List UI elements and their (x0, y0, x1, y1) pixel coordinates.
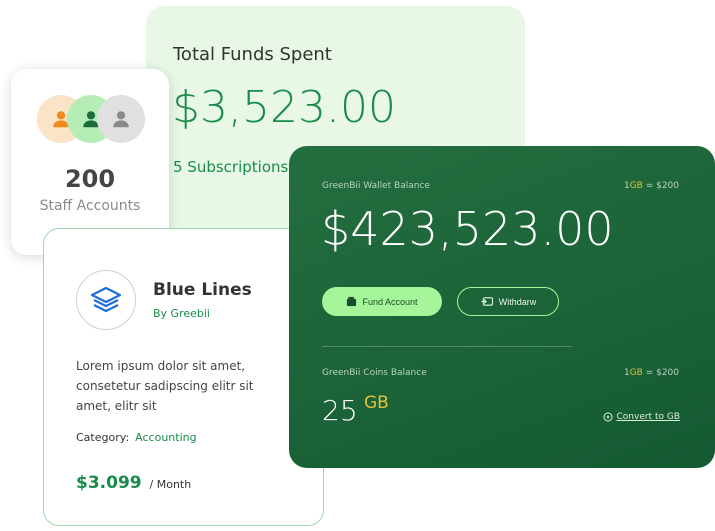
category-value[interactable]: Accounting (135, 431, 196, 444)
rate-suffix: = $200 (642, 181, 679, 191)
category-label: Category: (76, 431, 130, 444)
withdraw-icon (481, 297, 493, 306)
fund-account-label: Fund Account (362, 296, 418, 307)
layers-icon (90, 286, 122, 313)
subscriptions-count[interactable]: 5 Subscriptions (173, 158, 288, 176)
staff-label: Staff Accounts (39, 198, 141, 214)
wallet-balance-amount: $423,523.00 (321, 202, 614, 256)
product-category: Category: Accounting (76, 431, 197, 444)
avatar-group (37, 95, 147, 145)
withdraw-label: Withdarw (498, 296, 537, 307)
coins-amount: 25 (322, 394, 358, 427)
staff-count: 200 (64, 165, 116, 193)
coin-icon (603, 412, 612, 422)
product-logo (76, 270, 136, 330)
wallet-card: GreenBii Wallet Balance 1GB = $200 $423,… (289, 146, 715, 468)
wallet-icon (347, 296, 357, 307)
wallet-rate: 1GB = $200 (624, 181, 679, 191)
user-gray-icon (97, 95, 145, 143)
coins-balance-label: GreenBii Coins Balance (322, 368, 427, 378)
product-price: $3.099 (76, 473, 142, 493)
coins-rate: 1GB = $200 (624, 368, 679, 378)
wallet-divider (322, 346, 572, 347)
total-funds-title: Total Funds Spent (173, 44, 332, 65)
wallet-balance-label: GreenBii Wallet Balance (322, 181, 430, 191)
convert-label: Convert to GB (616, 412, 681, 422)
rate-unit: GB (629, 181, 643, 191)
fund-account-button[interactable]: Fund Account (322, 287, 442, 316)
withdraw-button[interactable]: Withdarw (457, 287, 559, 316)
coins-rate-suffix: = $200 (642, 368, 679, 378)
coins-unit: GB (364, 393, 389, 413)
total-funds-amount: $3,523.00 (172, 82, 396, 133)
coins-rate-unit: GB (629, 368, 643, 378)
product-description: Lorem ipsum dolor sit amet, consetetur s… (76, 359, 254, 413)
product-title: Blue Lines (153, 280, 252, 300)
product-author[interactable]: By Greebii (153, 307, 210, 320)
subscription-card[interactable]: Blue Lines By Greebii Lorem ipsum dolor … (43, 228, 324, 526)
price-period: / Month (149, 478, 192, 491)
convert-to-gb-link[interactable]: Convert to GB (603, 412, 681, 422)
product-price-row: $3.099 / Month (76, 473, 191, 493)
